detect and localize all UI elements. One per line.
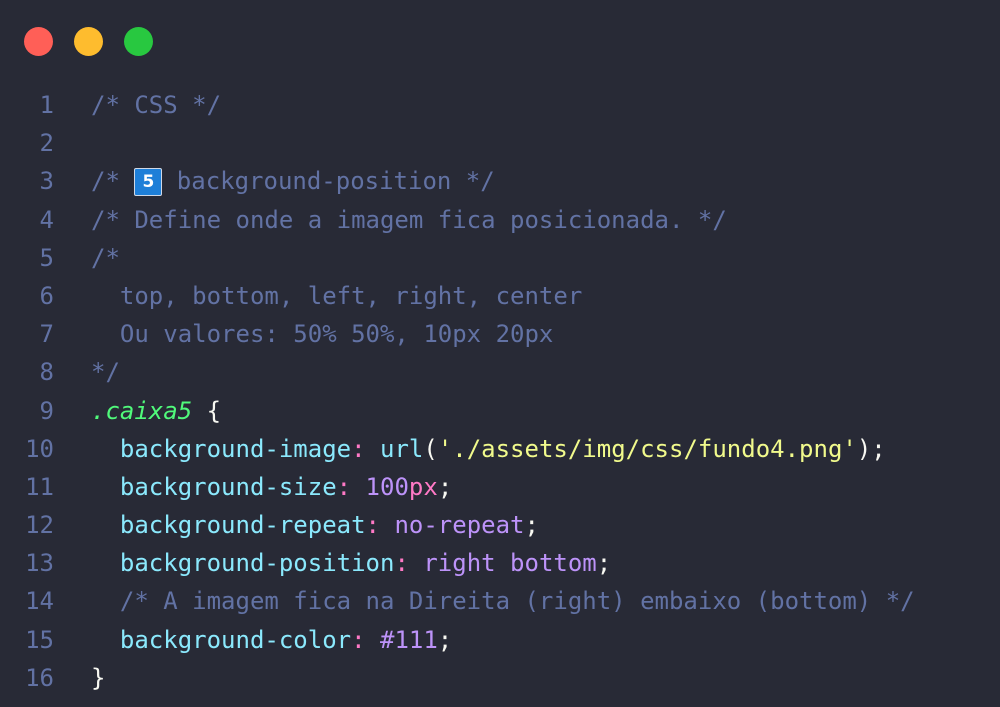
- line-content: */: [54, 353, 120, 391]
- code-token-comment: */: [91, 358, 120, 387]
- code-token-plain: }: [91, 663, 106, 692]
- line-number: 14: [25, 587, 54, 616]
- line-number: 12: [25, 511, 54, 540]
- code-line: 8 */: [0, 353, 1000, 391]
- code-token-comment: background-position */: [162, 167, 495, 196]
- line-number: 3: [39, 167, 54, 196]
- line-content: top, bottom, left, right, center: [54, 277, 582, 315]
- code-token-comment: Ou valores: 50% 50%, 10px 20px: [91, 320, 554, 349]
- line-content: background-position: right bottom;: [54, 544, 611, 582]
- code-token-punct: :: [394, 549, 409, 578]
- code-token-punct: :: [351, 434, 366, 463]
- code-token-comment: /* A imagem fica na Direita (right) emba…: [91, 587, 915, 616]
- code-line: 2: [0, 124, 1000, 162]
- code-token-comment: /*: [91, 167, 135, 196]
- line-content: background-color: #111;: [54, 621, 452, 659]
- code-token-comment: /* Define onde a imagem fica posicionada…: [91, 205, 727, 234]
- code-token-prop: background-color: [91, 625, 352, 654]
- code-line: 13 background-position: right bottom;: [0, 544, 1000, 582]
- code-token-kw: #111: [380, 625, 438, 654]
- line-number: 7: [39, 320, 54, 349]
- code-token-comment: /* CSS */: [91, 91, 222, 119]
- code-token-plain: ;: [596, 549, 612, 578]
- code-block: 1/* CSS */2 3/* 5 background-position */4…: [0, 86, 1000, 697]
- minimize-dot-icon[interactable]: [74, 27, 103, 56]
- code-line: 6 top, bottom, left, right, center: [0, 277, 1000, 315]
- line-content: [54, 124, 91, 162]
- line-number: 1: [39, 91, 54, 119]
- line-number: 11: [25, 472, 54, 501]
- line-content: /* CSS */: [54, 86, 221, 124]
- code-token-num: 100: [365, 472, 409, 501]
- line-number: 2: [39, 129, 54, 158]
- code-token-selector: .caixa5: [91, 396, 193, 425]
- window-controls: [24, 27, 153, 56]
- line-content: background-image: url('./assets/img/css/…: [54, 430, 886, 468]
- line-number: 13: [25, 549, 54, 578]
- code-window: 1/* CSS */2 3/* 5 background-position */4…: [0, 0, 1000, 707]
- close-dot-icon[interactable]: [24, 27, 53, 56]
- keycap-5-icon: 5: [134, 168, 163, 197]
- code-line: 12 background-repeat: no-repeat;: [0, 506, 1000, 544]
- code-token-comment: top, bottom, left, right, center: [91, 281, 583, 310]
- code-token-comment: /*: [91, 243, 120, 272]
- line-content: /* A imagem fica na Direita (right) emba…: [54, 582, 915, 620]
- line-content: .caixa5 {: [54, 392, 221, 430]
- line-content: /*: [54, 239, 120, 277]
- code-line: 16}: [0, 659, 1000, 697]
- code-line: 1 /* CSS */: [0, 86, 1000, 124]
- code-token-punct: :: [336, 472, 352, 501]
- code-token-prop: background-size: [91, 472, 337, 501]
- code-token-kw: no-repeat: [394, 511, 525, 540]
- code-token-prop: background-position: [91, 549, 395, 578]
- code-token-unit: px: [408, 472, 438, 501]
- code-line: 9 .caixa5 {: [0, 392, 1000, 430]
- line-content: background-size: 100px;: [54, 468, 452, 506]
- code-token-func: url: [380, 434, 424, 463]
- line-number: 8: [39, 358, 54, 387]
- code-line: 15 background-color: #111;: [0, 621, 1000, 659]
- code-token-str: './assets/img/css/fundo4.png': [437, 434, 857, 463]
- code-token-kw: right bottom: [423, 549, 597, 578]
- line-content: /* 5 background-position */: [54, 162, 495, 200]
- line-content: background-repeat: no-repeat;: [54, 506, 539, 544]
- line-number: 15: [25, 625, 54, 654]
- code-token-plain: );: [856, 434, 886, 463]
- code-token-plain: ;: [437, 472, 453, 501]
- code-token-plain: {: [192, 396, 222, 425]
- line-number: 16: [25, 663, 54, 692]
- code-line: 4 /* Define onde a imagem fica posicionad…: [0, 201, 1000, 239]
- code-token-prop: background-image: [91, 434, 352, 463]
- line-number: 4: [39, 205, 54, 234]
- code-line: 10 background-image: url('./assets/img/c…: [0, 430, 1000, 468]
- code-line: 11 background-size: 100px;: [0, 468, 1000, 506]
- code-token-punct: :: [351, 625, 366, 654]
- code-token-prop: background-repeat: [91, 511, 366, 540]
- line-number: 5: [39, 243, 54, 272]
- code-line: 3/* 5 background-position */: [0, 162, 1000, 200]
- code-token-punct: :: [365, 511, 380, 540]
- maximize-dot-icon[interactable]: [124, 27, 153, 56]
- code-line: 7 Ou valores: 50% 50%, 10px 20px: [0, 315, 1000, 353]
- line-number: 9: [39, 396, 54, 425]
- line-number: 10: [25, 434, 54, 463]
- code-token-plain: ;: [524, 511, 539, 540]
- code-token-plain: ;: [437, 625, 453, 654]
- line-number: 6: [39, 281, 54, 310]
- line-content: /* Define onde a imagem fica posicionada…: [54, 201, 727, 239]
- code-token-plain: (: [423, 434, 438, 463]
- code-line: 14 /* A imagem fica na Direita (right) e…: [0, 582, 1000, 620]
- code-line: 5 /*: [0, 239, 1000, 277]
- line-content: Ou valores: 50% 50%, 10px 20px: [54, 315, 553, 353]
- line-content: }: [54, 659, 105, 697]
